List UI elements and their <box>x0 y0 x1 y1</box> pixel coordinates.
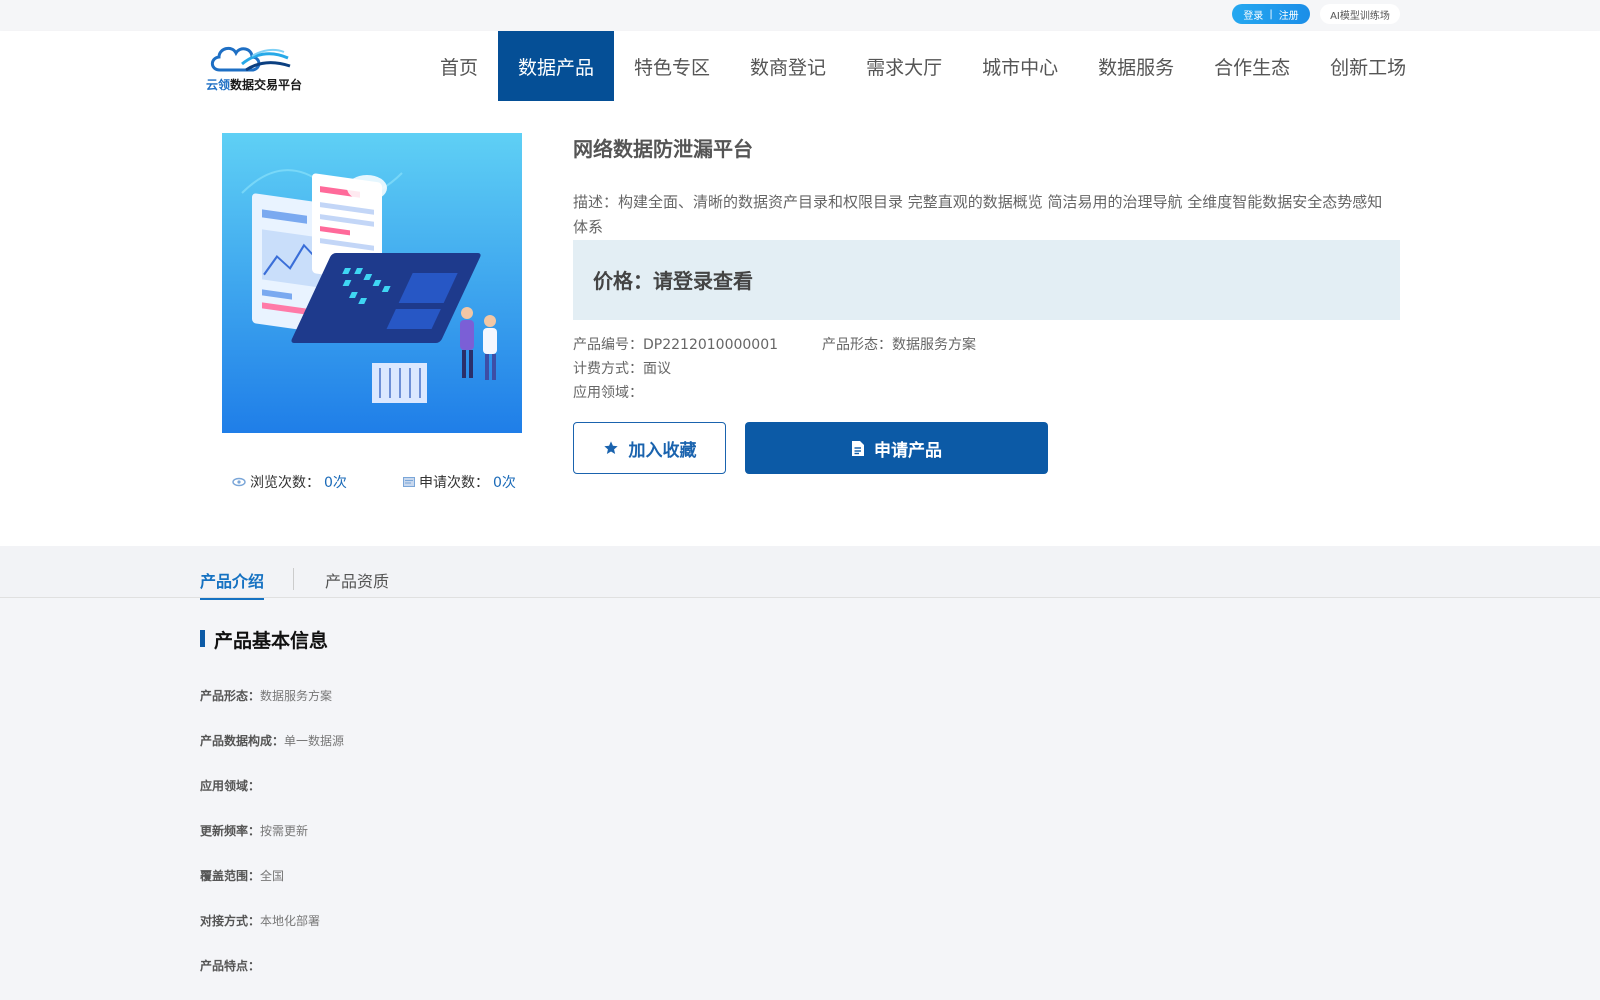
product-summary: 浏览次数： 0次 申请次数： 0次 网络数据防泄漏平台 描述：构建全面、清晰的数据资… <box>0 102 1600 546</box>
product-image <box>222 133 522 433</box>
logo-brand: 云领 <box>206 78 231 92</box>
info-label: 对接方式： <box>200 914 261 928</box>
apply-note-icon <box>403 477 415 487</box>
product-illustration <box>222 133 522 433</box>
info-row-features: 产品特点： <box>200 957 260 974</box>
login-link[interactable]: 登录 <box>1243 7 1263 22</box>
product-form-label: 产品形态： <box>822 337 892 353</box>
view-count: 浏览次数： 0次 <box>232 472 347 492</box>
info-row-composition: 产品数据构成：单一数据源 <box>200 732 344 749</box>
site-logo[interactable]: 云领数据交易平台 <box>206 40 302 92</box>
apply-count-value: 0次 <box>493 475 516 491</box>
price-box: 价格：请登录查看 <box>573 240 1400 320</box>
nav-ecosystem[interactable]: 合作生态 <box>1194 31 1310 101</box>
billing-value: 面议 <box>643 361 671 377</box>
info-label: 覆盖范围： <box>200 869 261 883</box>
info-label: 产品特点： <box>200 959 261 973</box>
add-favorite-label: 加入收藏 <box>628 440 697 461</box>
apply-product-button[interactable]: 申请产品 <box>745 422 1048 474</box>
logo-platform: 数据交易平台 <box>230 78 303 92</box>
price-text: 价格：请登录查看 <box>593 269 753 293</box>
tab-product-intro[interactable]: 产品介绍 <box>200 568 265 600</box>
view-count-label: 浏览次数： <box>250 475 320 491</box>
main-header: 云领数据交易平台 首页 数据产品 特色专区 数商登记 需求大厅 城市中心 数据服… <box>0 31 1600 102</box>
tab-divider <box>293 568 294 590</box>
view-count-value: 0次 <box>324 475 347 491</box>
info-value: 单一数据源 <box>284 734 345 748</box>
add-favorite-button[interactable]: 加入收藏 <box>573 422 726 474</box>
billing-label: 计费方式： <box>573 361 643 377</box>
application-domain: 应用领域： <box>573 382 643 402</box>
info-row-domain: 应用领域： <box>200 777 260 794</box>
info-row-frequency: 更新频率：按需更新 <box>200 822 308 839</box>
nav-innovation-workshop[interactable]: 创新工场 <box>1310 31 1426 101</box>
auth-links: 登录 | 注册 <box>1232 4 1310 24</box>
product-code: 产品编号：DP2212010000001 <box>573 334 778 354</box>
ai-training-link[interactable]: AI模型训练场 <box>1320 4 1400 24</box>
auth-separator: | <box>1269 8 1273 20</box>
nav-data-products[interactable]: 数据产品 <box>498 31 615 101</box>
info-label: 产品形态： <box>200 689 261 703</box>
nav-merchant-registration[interactable]: 数商登记 <box>730 31 846 101</box>
logo-text: 云领数据交易平台 <box>206 76 302 93</box>
nav-demand-hall[interactable]: 需求大厅 <box>846 31 962 101</box>
info-row-form: 产品形态：数据服务方案 <box>200 687 332 704</box>
billing-method: 计费方式：面议 <box>573 358 671 378</box>
info-row-coverage: 覆盖范围：全国 <box>200 867 284 884</box>
document-icon <box>852 440 864 456</box>
product-code-label: 产品编号： <box>573 337 643 353</box>
info-row-integration: 对接方式：本地化部署 <box>200 912 320 929</box>
main-nav: 首页 数据产品 特色专区 数商登记 需求大厅 城市中心 数据服务 合作生态 创新… <box>420 31 1426 101</box>
domain-label: 应用领域： <box>573 385 643 401</box>
star-icon <box>603 441 618 454</box>
info-value: 全国 <box>260 869 285 883</box>
product-title: 网络数据防泄漏平台 <box>573 137 753 161</box>
top-bar: 登录 | 注册 AI模型训练场 <box>0 0 1600 31</box>
info-value: 本地化部署 <box>260 914 321 928</box>
info-value: 数据服务方案 <box>260 689 333 703</box>
info-label: 应用领域： <box>200 779 261 793</box>
apply-count: 申请次数： 0次 <box>403 472 516 492</box>
detail-tabs: 产品介绍 产品资质 <box>0 546 1600 600</box>
info-label: 产品数据构成： <box>200 734 285 748</box>
register-link[interactable]: 注册 <box>1279 7 1299 22</box>
nav-home[interactable]: 首页 <box>420 31 498 101</box>
product-form: 产品形态：数据服务方案 <box>822 334 976 354</box>
product-description: 描述：构建全面、清晰的数据资产目录和权限目录 完整直观的数据概览 简洁易用的治理… <box>573 193 1383 236</box>
eye-icon <box>232 477 246 487</box>
product-code-value: DP2212010000001 <box>643 337 779 353</box>
info-value: 按需更新 <box>260 824 309 838</box>
info-label: 更新频率： <box>200 824 261 838</box>
basic-info-title: 产品基本信息 <box>200 626 328 653</box>
apply-product-label: 申请产品 <box>874 440 942 461</box>
nav-featured-zone[interactable]: 特色专区 <box>614 31 730 101</box>
nav-city-center[interactable]: 城市中心 <box>962 31 1078 101</box>
cloud-logo-icon <box>210 46 291 72</box>
product-form-value: 数据服务方案 <box>892 337 976 353</box>
nav-data-services[interactable]: 数据服务 <box>1078 31 1194 101</box>
apply-count-label: 申请次数： <box>419 475 489 491</box>
tab-product-qualification[interactable]: 产品资质 <box>325 568 389 598</box>
